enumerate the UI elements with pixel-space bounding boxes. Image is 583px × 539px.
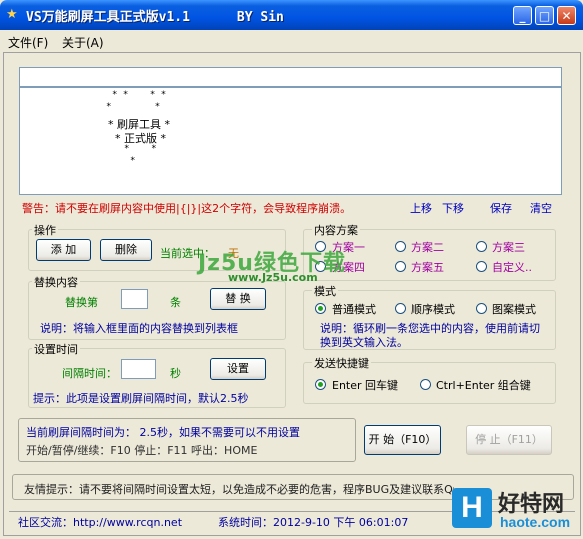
move-up-link[interactable]: 上移	[410, 200, 432, 216]
logo-url: haote.com	[500, 514, 571, 530]
scheme-label-6: 自定义..	[492, 261, 532, 274]
logo-mark-icon: H	[452, 488, 492, 528]
replace-suffix: 条	[170, 296, 181, 309]
interval-input[interactable]	[121, 359, 156, 379]
system-time: 系统时间：2012-9-10 下午 06:01:07	[218, 516, 409, 529]
interval-group-label: 设置时间	[32, 341, 80, 357]
clear-link[interactable]: 清空	[530, 200, 552, 216]
replace-group-label: 替换内容	[32, 274, 80, 290]
minimize-button[interactable]: _	[513, 6, 532, 25]
menu-file[interactable]: 文件(F)	[8, 34, 48, 51]
site-logo: H 好特网 haote.com	[452, 484, 580, 536]
hotkey-radio-ctrl-enter[interactable]	[420, 379, 431, 390]
mode-note: 说明：循环刷一条您选中的内容，使用前请切换到英文输入法。	[320, 322, 540, 349]
mode-group-label: 模式	[312, 283, 338, 299]
mode-radio-pattern[interactable]	[476, 303, 487, 314]
replace-prefix: 替换第	[65, 296, 98, 309]
art-row-5: * *	[124, 144, 157, 154]
status-line-2: 开始/暂停/继续：F10 停止：F11 呼出：HOME	[26, 444, 258, 457]
close-button[interactable]: ✕	[557, 6, 576, 25]
replace-note: 说明：将输入框里面的内容替换到列表框	[40, 322, 238, 335]
mode-radio-sequential[interactable]	[395, 303, 406, 314]
move-down-link[interactable]: 下移	[442, 200, 464, 216]
start-button[interactable]: 开 始（F10）	[364, 425, 441, 455]
window-title: VS万能刷屏工具正式版v1.1 BY Sin	[26, 10, 284, 25]
watermark-url: www.Jz5u.com	[228, 271, 318, 284]
scheme-radio-2[interactable]	[395, 241, 406, 252]
delete-button[interactable]: 删除	[100, 239, 152, 261]
scheme-radio-5[interactable]	[395, 261, 406, 272]
mode-label-sequential: 顺序模式	[411, 303, 455, 316]
status-line-1: 当前刷屏间隔时间为： 2.5秒，如果不需要可以不用设置	[26, 426, 300, 439]
interval-unit: 秒	[170, 367, 181, 380]
content-list[interactable]: * * * * * * * 刷屏工具 * * 正式版 * * * *	[19, 87, 562, 195]
interval-note: 提示：此项是设置刷屏间隔时间，默认2.5秒	[33, 392, 249, 405]
save-link[interactable]: 保存	[490, 200, 512, 216]
hotkey-radio-enter[interactable]	[315, 379, 326, 390]
app-icon: ★	[6, 7, 18, 22]
scheme-radio-3[interactable]	[476, 241, 487, 252]
menu-about[interactable]: 关于(A)	[62, 34, 104, 51]
scheme-label-3: 方案三	[492, 241, 525, 254]
maximize-button[interactable]: □	[535, 6, 554, 25]
set-interval-button[interactable]: 设置	[210, 358, 266, 380]
scheme-radio-6[interactable]	[476, 261, 487, 272]
replace-button[interactable]: 替 换	[210, 288, 266, 310]
scheme-label-5: 方案五	[411, 261, 444, 274]
mode-label-pattern: 图案模式	[492, 303, 536, 316]
scheme-label-2: 方案二	[411, 241, 444, 254]
add-button[interactable]: 添 加	[36, 239, 91, 261]
warning-text: 警告：请不要在刷屏内容中使用|{|}|这2个字符，会导致程序崩溃。	[22, 202, 352, 215]
art-row-1: * * * *	[112, 90, 167, 100]
art-row-6: *	[130, 156, 136, 166]
tip-text: 友情提示：请不要将间隔时间设置太短，以免造成不必要的危害，程序BUG及建议联系Q…	[24, 483, 454, 496]
replace-index-input[interactable]	[121, 289, 148, 309]
hotkey-label-enter: Enter 回车键	[332, 379, 399, 392]
hotkey-group-label: 发送快捷键	[312, 355, 371, 371]
scheme-group-label: 内容方案	[312, 222, 360, 238]
stop-button[interactable]: 停 止（F11）	[466, 425, 552, 455]
interval-field-label: 间隔时间：	[62, 367, 117, 380]
content-input[interactable]	[19, 67, 562, 87]
community-link[interactable]: 社区交流：http://www.rcqn.net	[18, 514, 182, 530]
art-row-2: * *	[106, 102, 161, 112]
mode-radio-normal[interactable]	[315, 303, 326, 314]
hotkey-label-ctrl-enter: Ctrl+Enter 组合键	[436, 379, 531, 392]
mode-label-normal: 普通模式	[332, 303, 376, 316]
operate-group-label: 操作	[32, 222, 58, 238]
